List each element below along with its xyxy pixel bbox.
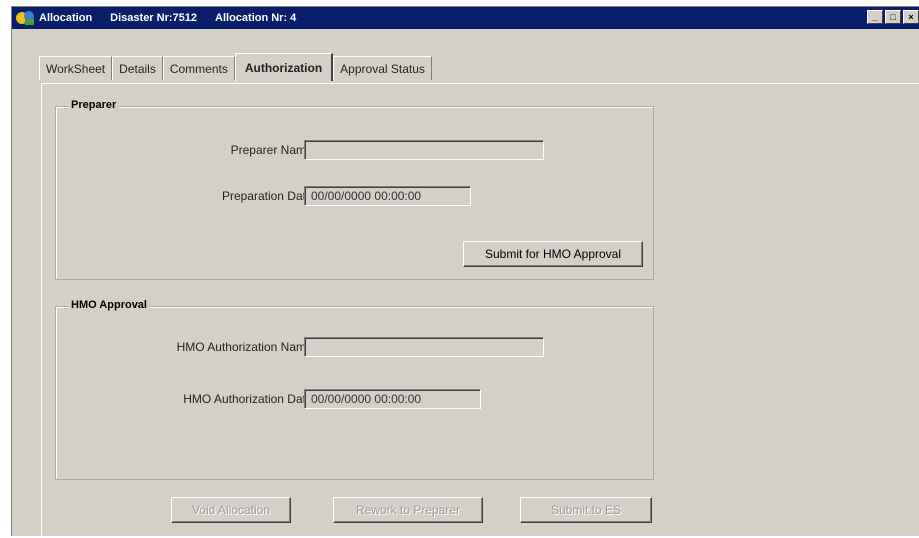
hmo-approval-group: HMO Approval HMO Authorization Name: HMO… bbox=[55, 299, 654, 480]
hmo-authorization-date-field[interactable]: 00/00/0000 00:00:00 bbox=[304, 389, 481, 409]
submit-hmo-approval-button[interactable]: Submit for HMO Approval bbox=[463, 241, 643, 267]
tab-worksheet[interactable]: WorkSheet bbox=[39, 56, 113, 80]
rework-to-preparer-button[interactable]: Rework to Preparer bbox=[333, 497, 483, 523]
tab-strip: WorkSheet Details Comments Authorization… bbox=[39, 52, 432, 81]
title-disaster: Disaster Nr:7512 bbox=[110, 12, 198, 24]
submit-to-es-button[interactable]: Submit to ES bbox=[520, 497, 652, 523]
hmo-authorization-name-label: HMO Authorization Name: bbox=[176, 340, 316, 354]
void-allocation-button[interactable]: Void Allocation bbox=[171, 497, 291, 523]
close-icon[interactable]: × bbox=[903, 10, 919, 24]
preparation-date-label: Preparation Date: bbox=[221, 189, 316, 203]
preparer-legend: Preparer bbox=[68, 99, 120, 111]
title-app: Allocation bbox=[39, 12, 93, 24]
app-icon bbox=[16, 11, 34, 25]
title-allocation: Allocation Nr: 4 bbox=[215, 12, 297, 24]
title-bar[interactable]: Allocation Disaster Nr:7512 Allocation N… bbox=[12, 7, 919, 29]
hmo-approval-legend: HMO Approval bbox=[68, 299, 150, 311]
authorization-panel: Preparer Preparer Name: Preparation Date… bbox=[41, 83, 919, 538]
window-controls: _ □ × bbox=[867, 10, 919, 24]
hmo-authorization-date-label: HMO Authorization Date: bbox=[183, 392, 316, 406]
tab-authorization[interactable]: Authorization bbox=[234, 53, 334, 81]
tab-approval-status[interactable]: Approval Status bbox=[333, 56, 432, 80]
minimize-icon[interactable]: _ bbox=[867, 10, 883, 24]
preparation-date-field[interactable]: 00/00/0000 00:00:00 bbox=[304, 186, 471, 206]
preparer-name-field[interactable] bbox=[304, 140, 544, 160]
allocation-window: Allocation Disaster Nr:7512 Allocation N… bbox=[11, 6, 919, 538]
hmo-authorization-name-field[interactable] bbox=[304, 337, 544, 357]
tab-comments[interactable]: Comments bbox=[162, 56, 235, 80]
tab-details[interactable]: Details bbox=[112, 56, 163, 80]
preparer-group: Preparer Preparer Name: Preparation Date… bbox=[55, 99, 654, 280]
maximize-icon[interactable]: □ bbox=[885, 10, 901, 24]
